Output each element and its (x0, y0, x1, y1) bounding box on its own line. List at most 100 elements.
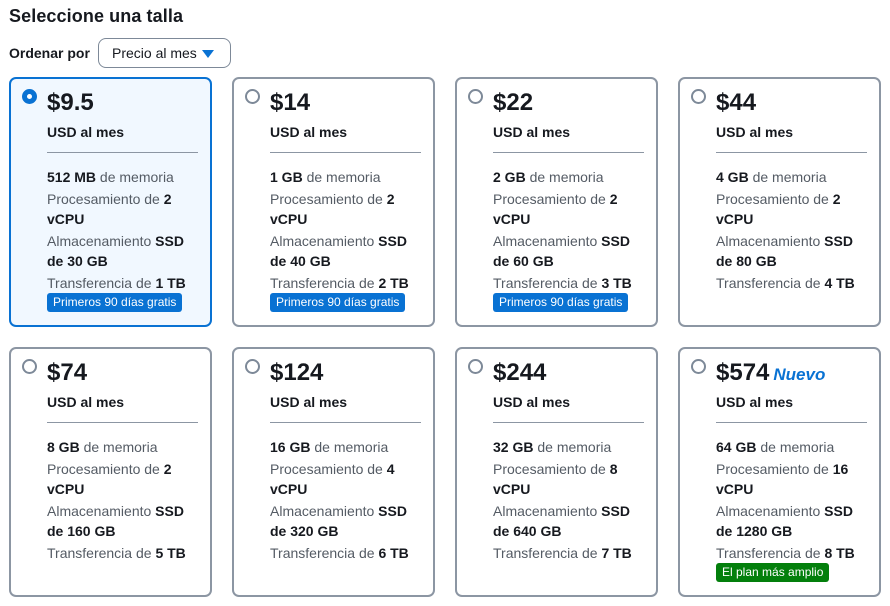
divider (47, 422, 198, 423)
plan-badge: Primeros 90 días gratis (47, 293, 183, 312)
spec-memory-label: de memoria (760, 439, 835, 455)
spec-transfer-value: 6 TB (378, 545, 409, 561)
spec-cpu-label: Procesamiento de (716, 461, 829, 477)
spec-cpu: Procesamiento de 8 vCPU (493, 459, 646, 499)
spec-storage: Almacenamiento SSD de 80 GB (716, 231, 869, 271)
spec-storage-label: Almacenamiento (716, 233, 821, 249)
spec-memory-label: de memoria (537, 439, 612, 455)
plan-price: $22 (493, 89, 534, 116)
spec-cpu-label: Procesamiento de (47, 461, 160, 477)
spec-transfer: Transferencia de 3 TB (493, 273, 646, 293)
spec-transfer-label: Transferencia de (47, 545, 152, 561)
spec-transfer: Transferencia de 7 TB (493, 543, 646, 563)
spec-storage-label: Almacenamiento (493, 503, 598, 519)
spec-transfer: Transferencia de 2 TB (270, 273, 423, 293)
plan-price: $14 (270, 89, 311, 116)
plan-price-row: $574 Nuevo (716, 359, 825, 387)
plan-price-unit: USD al mes (493, 394, 571, 410)
plan-card[interactable]: $22 USD al mes 2 GB de memoria Procesamient… (455, 77, 658, 327)
spec-storage-label: Almacenamiento (493, 233, 598, 249)
spec-storage: Almacenamiento SSD de 320 GB (270, 501, 423, 541)
plan-card[interactable]: $44 USD al mes 4 GB de memoria Procesamient… (678, 77, 881, 327)
spec-storage-label: Almacenamiento (270, 233, 375, 249)
spec-cpu: Procesamiento de 2 vCPU (47, 459, 200, 499)
spec-transfer: Transferencia de 1 TB (47, 273, 200, 293)
spec-transfer-label: Transferencia de (270, 275, 375, 291)
plan-badge: El plan más amplio (716, 563, 830, 582)
plan-card[interactable]: $574 Nuevo USD al mes 64 GB de memoria Proce… (678, 347, 881, 597)
spec-memory: 1 GB de memoria (270, 167, 423, 187)
radio-button[interactable] (468, 359, 483, 374)
radio-button[interactable] (245, 359, 260, 374)
spec-memory-label: de memoria (83, 439, 158, 455)
plan-price: $74 (47, 359, 88, 386)
plan-price: $44 (716, 89, 757, 116)
spec-storage: Almacenamiento SSD de 60 GB (493, 231, 646, 271)
divider (270, 152, 421, 153)
radio-button[interactable] (691, 89, 706, 104)
plan-card[interactable]: $244 USD al mes 32 GB de memoria Procesamie… (455, 347, 658, 597)
spec-cpu: Procesamiento de 2 vCPU (47, 189, 200, 229)
plan-price-unit: USD al mes (47, 124, 125, 140)
spec-storage: Almacenamiento SSD de 160 GB (47, 501, 200, 541)
plan-badge: Primeros 90 días gratis (270, 293, 406, 312)
spec-memory-label: de memoria (529, 169, 604, 185)
spec-memory: 4 GB de memoria (716, 167, 869, 187)
spec-cpu: Procesamiento de 2 vCPU (493, 189, 646, 229)
plan-card[interactable]: $14 USD al mes 1 GB de memoria Procesamient… (232, 77, 435, 327)
plan-price: $244 (493, 359, 547, 386)
plan-specs: 4 GB de memoria Procesamiento de 2 vCPU Al… (716, 167, 869, 293)
divider (716, 152, 867, 153)
page-title: Seleccione una talla (9, 6, 184, 26)
spec-storage-label: Almacenamiento (270, 503, 375, 519)
plan-specs: 1 GB de memoria Procesamiento de 2 vCPU Al… (270, 167, 423, 293)
spec-cpu: Procesamiento de 2 vCPU (716, 189, 869, 229)
sort-label: Ordenar por (9, 45, 90, 61)
spec-transfer-value: 2 TB (378, 275, 409, 291)
plan-price-unit: USD al mes (493, 124, 571, 140)
spec-cpu-label: Procesamiento de (493, 191, 606, 207)
plan-price: $9.5 (47, 89, 94, 116)
plan-price: $124 (270, 359, 324, 386)
spec-cpu: Procesamiento de 16 vCPU (716, 459, 869, 499)
spec-transfer: Transferencia de 8 TB (716, 543, 869, 563)
plan-specs: 512 MB de memoria Procesamiento de 2 vCPU… (47, 167, 200, 293)
divider (716, 422, 867, 423)
radio-button[interactable] (691, 359, 706, 374)
spec-storage-label: Almacenamiento (47, 233, 152, 249)
radio-button[interactable] (245, 89, 260, 104)
spec-memory-value: 512 MB (47, 169, 97, 185)
spec-memory: 64 GB de memoria (716, 437, 869, 457)
spec-transfer: Transferencia de 4 TB (716, 273, 869, 293)
spec-memory-label: de memoria (314, 439, 389, 455)
divider (47, 152, 198, 153)
radio-button[interactable] (22, 359, 37, 374)
spec-cpu: Procesamiento de 4 vCPU (270, 459, 423, 499)
radio-button[interactable] (468, 89, 483, 104)
divider (493, 422, 644, 423)
spec-transfer-value: 7 TB (601, 545, 632, 561)
radio-button[interactable] (22, 89, 37, 104)
spec-transfer: Transferencia de 5 TB (47, 543, 200, 563)
plan-card[interactable]: $74 USD al mes 8 GB de memoria Procesamient… (9, 347, 212, 597)
spec-memory-label: de memoria (306, 169, 381, 185)
spec-memory-label: de memoria (99, 169, 174, 185)
spec-memory-label: de memoria (752, 169, 827, 185)
spec-storage-label: Almacenamiento (47, 503, 152, 519)
spec-storage: Almacenamiento SSD de 40 GB (270, 231, 423, 271)
sort-select[interactable]: Precio al mes (98, 38, 231, 68)
plan-specs: 2 GB de memoria Procesamiento de 2 vCPU Al… (493, 167, 646, 293)
spec-transfer-label: Transferencia de (716, 275, 821, 291)
spec-transfer-label: Transferencia de (270, 545, 375, 561)
spec-cpu-label: Procesamiento de (493, 461, 606, 477)
divider (493, 152, 644, 153)
plan-card[interactable]: $9.5 USD al mes 512 MB de memoria Procesami… (9, 77, 212, 327)
new-tag: Nuevo (773, 365, 826, 384)
spec-storage-label: Almacenamiento (716, 503, 821, 519)
plan-card[interactable]: $124 USD al mes 16 GB de memoria Procesamie… (232, 347, 435, 597)
plan-price-row: $22 (493, 89, 533, 117)
spec-transfer-value: 8 TB (824, 545, 855, 561)
plan-specs: 64 GB de memoria Procesamiento de 16 vCPU… (716, 437, 869, 563)
spec-memory-value: 32 GB (493, 439, 534, 455)
spec-memory: 512 MB de memoria (47, 167, 200, 187)
